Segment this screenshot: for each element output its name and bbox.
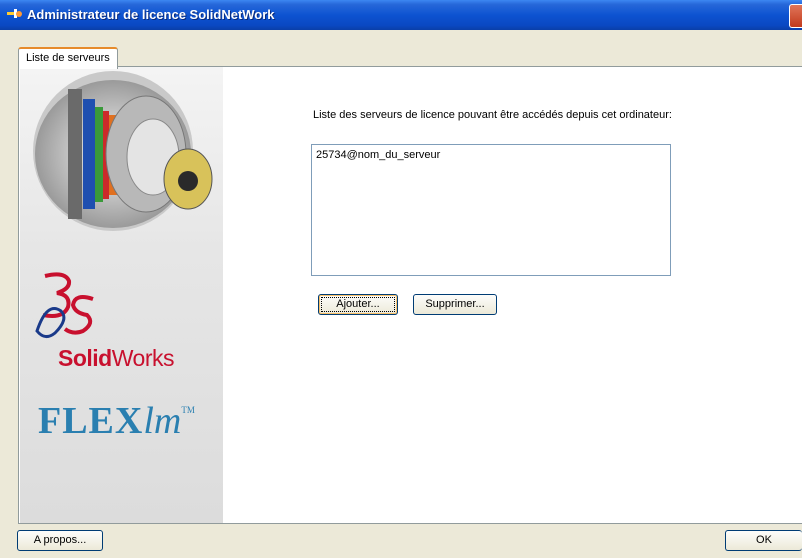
window-title: Administrateur de licence SolidNetWork: [27, 7, 275, 22]
tab-server-list[interactable]: Liste de serveurs: [18, 47, 118, 69]
ok-button[interactable]: OK: [725, 530, 802, 551]
sidebar-banner: SolidWorks FLEXlmTM: [20, 67, 223, 523]
title-bar[interactable]: Administrateur de licence SolidNetWork: [0, 0, 802, 30]
tab-panel: SolidWorks FLEXlmTM: [18, 66, 802, 524]
close-icon[interactable]: [789, 4, 802, 28]
list-item[interactable]: 25734@nom_du_serveur: [316, 149, 440, 161]
bearing-illustration: [33, 71, 213, 231]
flexlm-logo: FLEXlmTM: [38, 400, 195, 442]
server-list-label: Liste des serveurs de licence pouvant êt…: [313, 109, 672, 121]
app-icon: [7, 9, 22, 18]
remove-button[interactable]: Supprimer...: [413, 294, 497, 315]
about-button[interactable]: A propos...: [17, 530, 103, 551]
solidworks-ds-logo-icon: [35, 272, 94, 338]
add-button[interactable]: Ajouter...: [318, 294, 398, 315]
server-listbox[interactable]: 25734@nom_du_serveur: [311, 144, 671, 276]
license-admin-window: Administrateur de licence SolidNetWork L…: [0, 0, 802, 558]
solidworks-logo: SolidWorks: [58, 345, 174, 371]
